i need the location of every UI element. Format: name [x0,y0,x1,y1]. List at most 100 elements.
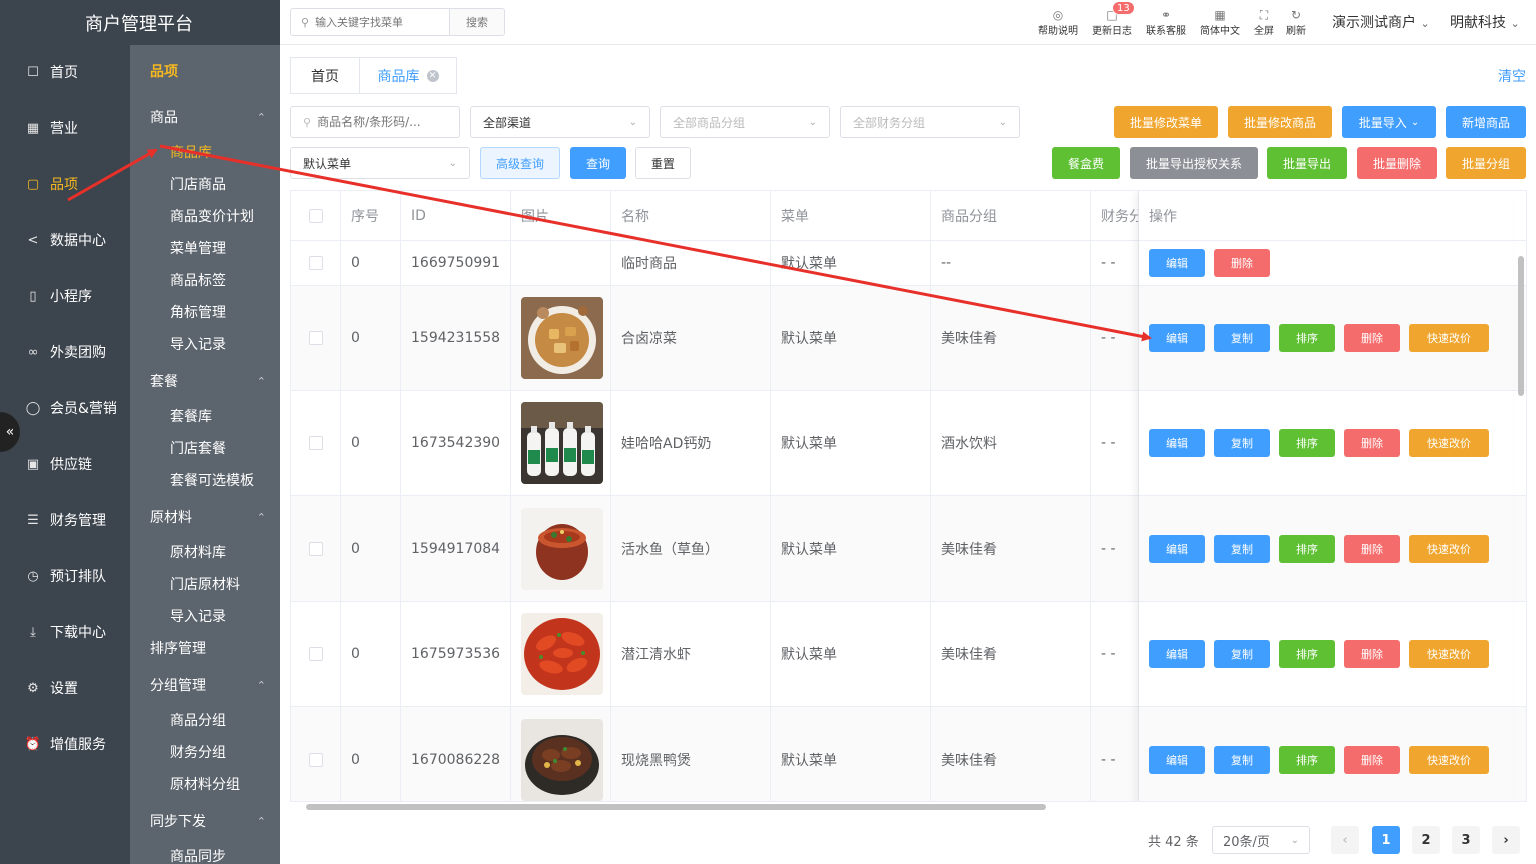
page-size-select[interactable]: 20条/页 ⌄ [1212,826,1310,854]
batch-group-button[interactable]: 批量分组 [1446,147,1526,179]
support-button[interactable]: ⚭ 联系客服 [1146,8,1186,37]
submenu-group-combo[interactable]: 套餐 ⌃ [150,371,274,391]
submenu-group-goods[interactable]: 商品 ⌃ [150,107,274,127]
submenu-item-corner-marks[interactable]: 角标管理 [170,302,226,322]
row-checkbox[interactable] [308,541,323,556]
copy-button[interactable]: 复制 [1214,429,1270,457]
query-button[interactable]: 查询 [570,147,626,179]
nav-item-products[interactable]: ▢ 品项 [0,164,130,204]
submenu-group-materials[interactable]: 原材料 ⌃ [150,507,274,527]
table-vertical-scrollbar[interactable] [1514,240,1526,800]
page-3-button[interactable]: 3 [1452,826,1480,854]
scrollbar-thumb[interactable] [306,804,1046,810]
batch-edit-goods-button[interactable]: 批量修改商品 [1228,106,1332,138]
nav-item-delivery[interactable]: ∞ 外卖团购 [0,332,130,372]
delete-button[interactable]: 删除 [1344,324,1400,352]
edit-button[interactable]: 编辑 [1149,534,1205,563]
scrollbar-thumb[interactable] [1518,256,1524,396]
edit-button[interactable]: 编辑 [1149,324,1205,352]
box-fee-button[interactable]: 餐盒费 [1052,147,1120,179]
quick-price-button[interactable]: 快速改价 [1409,429,1489,457]
advanced-query-button[interactable]: 高级查询 [480,147,560,179]
submenu-group-grouping[interactable]: 分组管理 ⌃ [150,675,274,695]
goods-group-select[interactable]: 全部商品分组 ⌄ [660,106,830,138]
language-button[interactable]: ▦ 简体中文 [1200,8,1240,37]
row-checkbox[interactable] [308,331,323,345]
menu-select[interactable]: 默认菜单 ⌄ [290,147,470,179]
submenu-item-goods-sync[interactable]: 商品同步 [170,846,226,864]
reset-button[interactable]: 重置 [635,147,691,179]
sort-button[interactable]: 排序 [1279,324,1335,352]
row-checkbox[interactable] [308,256,323,270]
table-horizontal-scrollbar[interactable] [290,801,1513,813]
batch-import-button[interactable]: 批量导入 ⌄ [1342,106,1436,138]
submenu-item-material-group[interactable]: 原材料分组 [170,774,240,794]
menu-search-input[interactable] [315,15,436,29]
nav-item-data-center[interactable]: < 数据中心 [0,220,130,260]
tab-goods-library[interactable]: 商品库 ✕ [359,57,457,94]
batch-edit-menu-button[interactable]: 批量修改菜单 [1114,106,1218,138]
quick-price-button[interactable]: 快速改价 [1409,324,1489,352]
nav-item-settings[interactable]: ⚙ 设置 [0,668,130,708]
keyword-input[interactable] [317,115,448,129]
help-button[interactable]: ◎ 帮助说明 [1038,8,1078,37]
edit-button[interactable]: 编辑 [1149,745,1205,774]
keyword-field[interactable]: ⚲ [290,106,460,138]
delete-button[interactable]: 删除 [1344,640,1400,668]
finance-group-select[interactable]: 全部财务分组 ⌄ [840,106,1020,138]
clear-tabs-link[interactable]: 清空 [1498,66,1526,86]
submenu-item-combo-template[interactable]: 套餐可选模板 [170,470,254,490]
submenu-item-import-records[interactable]: 导入记录 [170,334,226,354]
submenu-item-store-combo[interactable]: 门店套餐 [170,438,226,458]
nav-item-supply[interactable]: ▣ 供应链 [0,444,130,484]
fullscreen-button[interactable]: ⛶ 全屏 [1254,8,1274,37]
submenu-item-store-goods[interactable]: 门店商品 [170,174,226,194]
channel-select[interactable]: 全部渠道 ⌄ [470,106,650,138]
row-checkbox[interactable] [308,752,323,767]
nav-item-reservation[interactable]: ◷ 预订排队 [0,556,130,596]
select-all-checkbox[interactable] [308,209,323,223]
batch-export-button[interactable]: 批量导出 [1267,147,1347,179]
batch-delete-button[interactable]: 批量删除 [1357,147,1437,179]
edit-button[interactable]: 编辑 [1149,249,1205,277]
edit-button[interactable]: 编辑 [1149,429,1205,457]
delete-button[interactable]: 删除 [1344,534,1400,563]
nav-item-value-added[interactable]: ⏰ 增值服务 [0,724,130,764]
copy-button[interactable]: 复制 [1214,324,1270,352]
batch-export-auth-button[interactable]: 批量导出授权关系 [1130,147,1258,179]
merchant-switcher[interactable]: 演示测试商户 ⌄ [1332,12,1430,32]
copy-button[interactable]: 复制 [1214,745,1270,774]
quick-price-button[interactable]: 快速改价 [1409,640,1489,668]
submenu-group-sorting[interactable]: 排序管理 [150,638,274,658]
submenu-item-goods-library[interactable]: 商品库 [170,142,212,162]
submenu-item-menu-manage[interactable]: 菜单管理 [170,238,226,258]
submenu-item-store-materials[interactable]: 门店原材料 [170,574,240,594]
submenu-item-material-library[interactable]: 原材料库 [170,542,226,562]
delete-button[interactable]: 删除 [1344,745,1400,774]
row-checkbox[interactable] [308,647,323,661]
sort-button[interactable]: 排序 [1279,745,1335,774]
sort-button[interactable]: 排序 [1279,640,1335,668]
submenu-item-combo-library[interactable]: 套餐库 [170,406,212,426]
edit-button[interactable]: 编辑 [1149,640,1205,668]
copy-button[interactable]: 复制 [1214,640,1270,668]
tab-home[interactable]: 首页 [290,57,360,94]
copy-button[interactable]: 复制 [1214,534,1270,563]
nav-item-finance[interactable]: ☰ 财务管理 [0,500,130,540]
quick-price-button[interactable]: 快速改价 [1409,745,1489,774]
row-checkbox[interactable] [308,436,323,450]
close-icon[interactable]: ✕ [426,69,439,82]
page-1-button[interactable]: 1 [1372,826,1400,854]
company-menu[interactable]: 明献科技 ⌄ [1450,12,1520,32]
nav-item-home[interactable]: ☐ 首页 [0,52,130,92]
submenu-item-material-imports[interactable]: 导入记录 [170,606,226,626]
submenu-group-sync[interactable]: 同步下发 ⌃ [150,811,274,831]
page-2-button[interactable]: 2 [1412,826,1440,854]
add-goods-button[interactable]: 新增商品 [1446,106,1526,138]
submenu-item-finance-group[interactable]: 财务分组 [170,742,226,762]
refresh-button[interactable]: ↻ 刷新 [1286,8,1306,37]
nav-item-download[interactable]: ⤓ 下载中心 [0,612,130,652]
submenu-item-goods-group[interactable]: 商品分组 [170,710,226,730]
prev-page-button[interactable]: ‹ [1331,826,1359,854]
submenu-item-goods-tags[interactable]: 商品标签 [170,270,226,290]
